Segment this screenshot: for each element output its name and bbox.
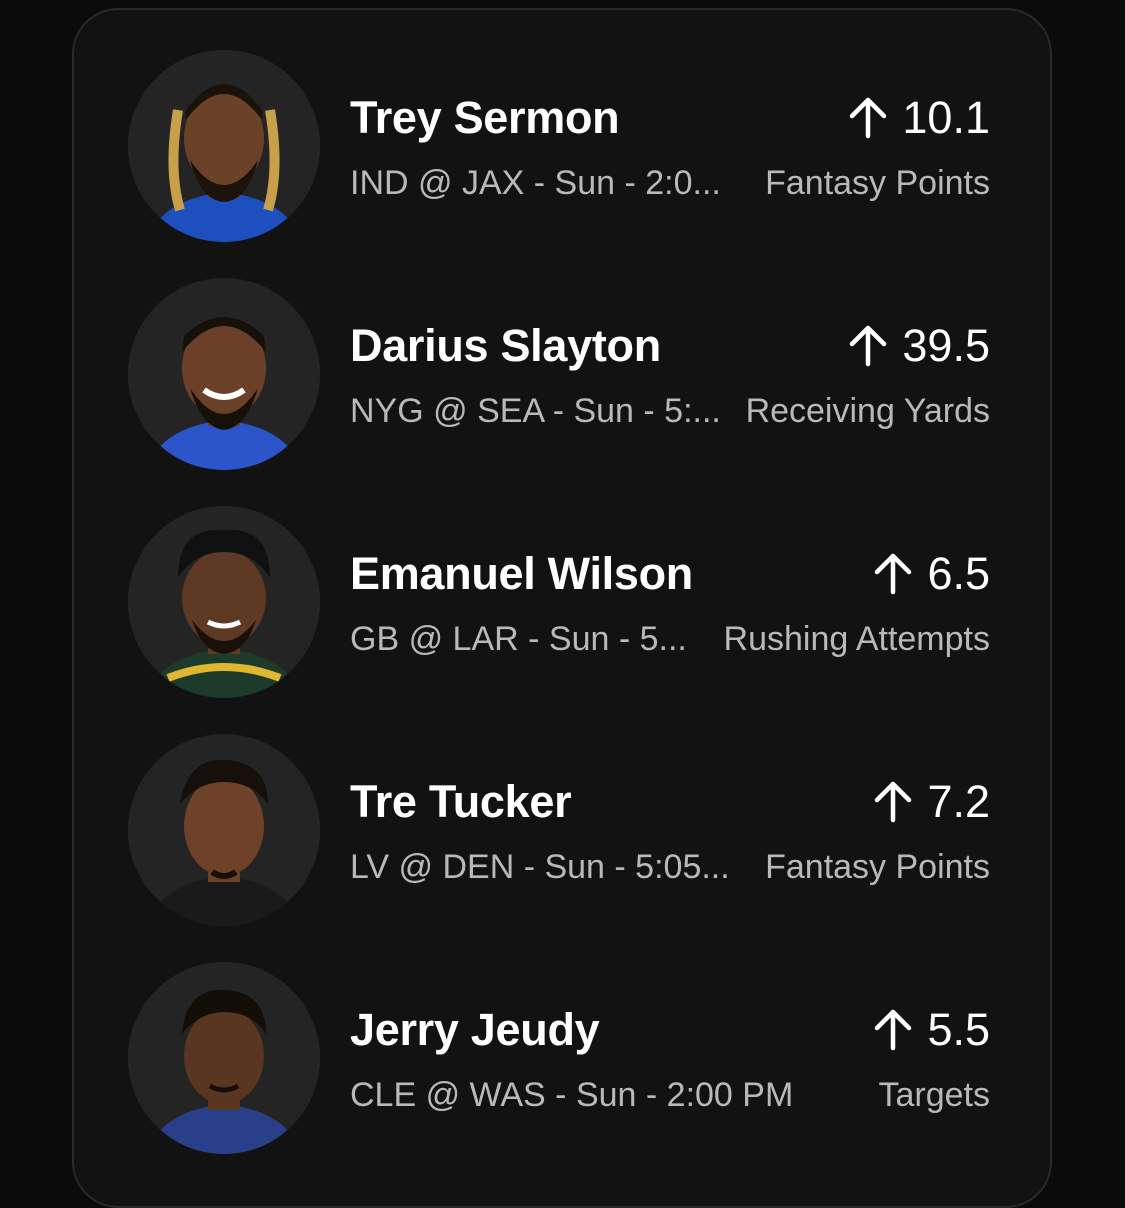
projection-value: 7.2 [927, 776, 990, 827]
pick-row[interactable]: Jerry Jeudy CLE @ WAS - Sun - 2:00 PM 5.… [74, 932, 1050, 1154]
game-info: NYG @ SEA - Sun - 5:... [350, 392, 721, 430]
up-arrow-icon [873, 1008, 913, 1052]
player-name: Emanuel Wilson [350, 548, 693, 599]
up-arrow-icon [848, 324, 888, 368]
pick-row[interactable]: Trey Sermon IND @ JAX - Sun - 2:0... 10.… [74, 20, 1050, 242]
up-arrow-icon [873, 552, 913, 596]
stat-type: Targets [878, 1076, 991, 1114]
stat-type: Fantasy Points [765, 164, 990, 202]
projection-value: 5.5 [927, 1004, 990, 1055]
player-name: Trey Sermon [350, 92, 620, 143]
projection-value: 39.5 [902, 320, 990, 371]
player-name: Darius Slayton [350, 320, 661, 371]
player-avatar [128, 50, 320, 242]
projection-line: 39.5 [848, 320, 990, 372]
stat-type: Fantasy Points [765, 848, 990, 886]
game-info: CLE @ WAS - Sun - 2:00 PM [350, 1076, 794, 1114]
projection-line: 5.5 [873, 1004, 990, 1056]
player-avatar [128, 734, 320, 926]
player-name: Tre Tucker [350, 776, 572, 827]
pick-row[interactable]: Tre Tucker LV @ DEN - Sun - 5:05... 7.2 … [74, 704, 1050, 926]
pick-row[interactable]: Darius Slayton NYG @ SEA - Sun - 5:... 3… [74, 248, 1050, 470]
projection-value: 10.1 [902, 92, 990, 143]
game-info: LV @ DEN - Sun - 5:05... [350, 848, 730, 886]
game-info: GB @ LAR - Sun - 5... [350, 620, 687, 658]
player-avatar [128, 506, 320, 698]
player-avatar [128, 278, 320, 470]
player-name: Jerry Jeudy [350, 1004, 600, 1055]
player-avatar [128, 962, 320, 1154]
projection-value: 6.5 [927, 548, 990, 599]
pick-row[interactable]: Emanuel Wilson GB @ LAR - Sun - 5... 6.5… [74, 476, 1050, 698]
projection-line: 7.2 [873, 776, 990, 828]
stat-type: Rushing Attempts [723, 620, 990, 658]
stat-type: Receiving Yards [745, 392, 990, 430]
picks-card: Trey Sermon IND @ JAX - Sun - 2:0... 10.… [72, 8, 1052, 1208]
projection-line: 10.1 [848, 92, 990, 144]
projection-line: 6.5 [873, 548, 990, 600]
up-arrow-icon [873, 780, 913, 824]
up-arrow-icon [848, 96, 888, 140]
game-info: IND @ JAX - Sun - 2:0... [350, 164, 721, 202]
